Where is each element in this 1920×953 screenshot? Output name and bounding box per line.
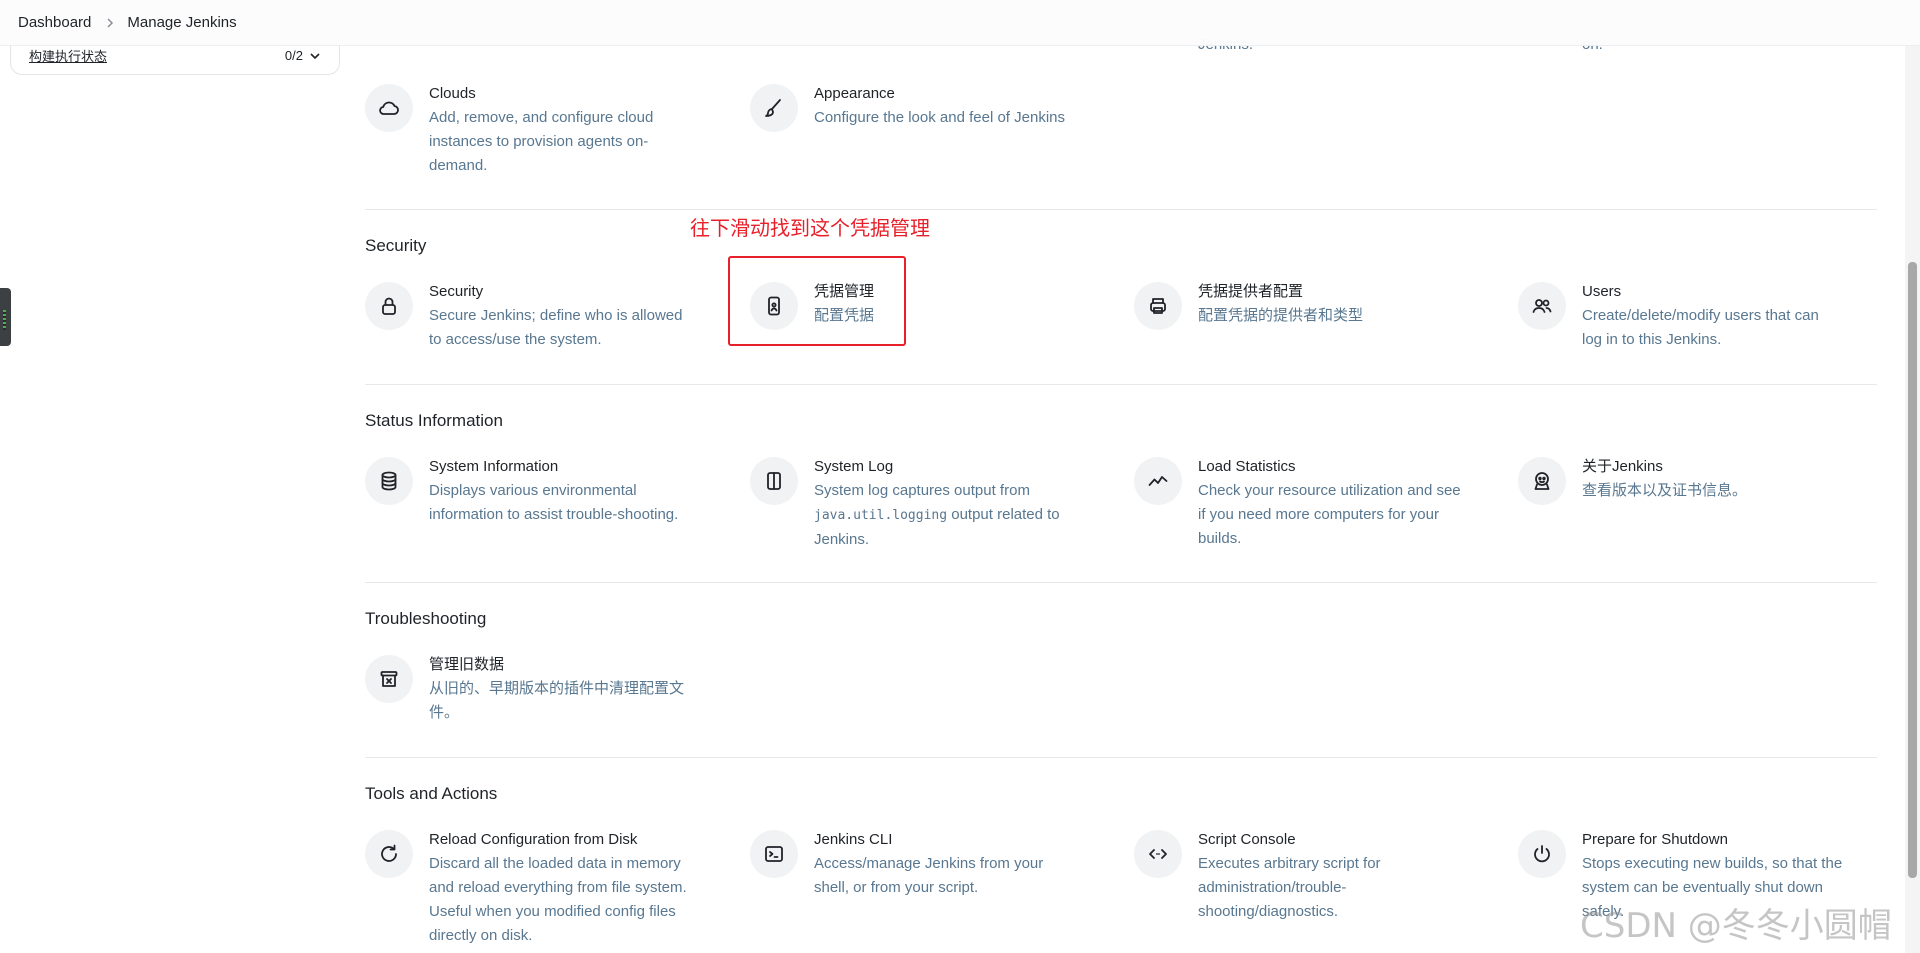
manage-item-clouds[interactable]: Clouds Add, remove, and configure cloud … [365, 84, 653, 178]
item-title: Script Console [1198, 831, 1296, 848]
item-title: Reload Configuration from Disk [429, 831, 638, 848]
manage-item-system-information[interactable]: System Information Displays various envi… [365, 457, 678, 527]
manage-item-appearance[interactable]: Appearance Configure the look and feel o… [750, 84, 1065, 132]
manage-item-jenkins-cli[interactable]: Jenkins CLI Access/manage Jenkins from y… [750, 830, 1043, 900]
item-title: Jenkins CLI [814, 831, 893, 848]
item-desc: 从旧的、早期版本的插件中清理配置文 件。 [429, 680, 685, 721]
item-desc: Executes arbitrary script for administra… [1198, 855, 1381, 920]
manage-item-load-statistics[interactable]: Load Statistics Check your resource util… [1134, 457, 1461, 551]
lock-icon [365, 282, 413, 330]
item-title: Security [429, 283, 484, 300]
item-desc: Create/delete/modify users that can log … [1582, 307, 1819, 348]
side-panel-handle[interactable] [0, 288, 11, 346]
section-divider [365, 209, 1877, 210]
item-title: System Information [429, 458, 559, 475]
manage-item-credential-providers[interactable]: 凭据提供者配置 配置凭据的提供者和类型 [1134, 282, 1363, 330]
manage-item-users[interactable]: Users Create/delete/modify users that ca… [1518, 282, 1819, 352]
jenkins-icon [1518, 457, 1566, 505]
section-title-status: Status Information [365, 411, 503, 430]
breadcrumb-bar: Dashboard Manage Jenkins [0, 0, 1920, 46]
executor-count-value: 0/2 [284, 48, 303, 63]
item-desc: Discard all the loaded data in memory an… [429, 855, 687, 944]
archive-icon [365, 655, 413, 703]
item-desc: 查看版本以及证书信息。 [1582, 482, 1748, 499]
code-snippet: java.util.logging [814, 508, 948, 523]
item-title: Clouds [429, 85, 476, 102]
chevron-right-icon [105, 17, 115, 29]
item-title: Users [1582, 283, 1622, 300]
item-desc: Secure Jenkins; define who is allowed to… [429, 307, 683, 348]
chevron-down-icon [310, 52, 320, 59]
breadcrumb-manage-jenkins[interactable]: Manage Jenkins [127, 14, 236, 31]
cloud-icon [365, 84, 413, 132]
section-title-security: Security [365, 236, 427, 255]
item-desc: Configure the look and feel of Jenkins [814, 109, 1065, 126]
manage-item-system-log[interactable]: System Log System log captures output fr… [750, 457, 1060, 552]
credential-provider-icon [1134, 282, 1182, 330]
database-icon [365, 457, 413, 505]
reload-icon [365, 830, 413, 878]
manage-item-script-console[interactable]: Script Console Executes arbitrary script… [1134, 830, 1381, 924]
section-divider [365, 384, 1877, 385]
users-icon [1518, 282, 1566, 330]
item-title: Prepare for Shutdown [1582, 831, 1728, 848]
item-desc: Add, remove, and configure cloud instanc… [429, 109, 654, 174]
item-title: System Log [814, 458, 894, 475]
item-title: Load Statistics [1198, 458, 1296, 475]
item-desc: Access/manage Jenkins from your shell, o… [814, 855, 1044, 896]
item-desc: Displays various environmental informati… [429, 482, 679, 523]
manage-item-old-data[interactable]: 管理旧数据 从旧的、早期版本的插件中清理配置文 件。 [365, 655, 684, 725]
activity-icon [1134, 457, 1182, 505]
section-divider [365, 582, 1877, 583]
section-title-tools: Tools and Actions [365, 784, 498, 803]
executor-status-link[interactable]: 构建执行状态 [29, 46, 107, 65]
watermark: CSDN @冬冬小圆帽 [1580, 906, 1892, 946]
section-divider [365, 757, 1877, 758]
item-desc: System log captures output from java.uti… [814, 482, 1060, 548]
brush-icon [750, 84, 798, 132]
terminal-icon [750, 830, 798, 878]
item-title: Appearance [814, 85, 895, 102]
power-icon [1518, 830, 1566, 878]
annotation-text: 往下滑动找到这个凭据管理 [690, 218, 930, 240]
scrollbar-thumb[interactable] [1908, 262, 1917, 878]
executor-count[interactable]: 0/2 [285, 48, 321, 63]
log-icon [750, 457, 798, 505]
section-title-troubleshooting: Troubleshooting [365, 609, 487, 628]
item-title: 关于Jenkins [1582, 458, 1663, 475]
item-title: 凭据提供者配置 [1198, 283, 1304, 300]
item-desc: 配置凭据的提供者和类型 [1198, 307, 1364, 324]
breadcrumb-dashboard[interactable]: Dashboard [18, 14, 91, 31]
annotation-highlight-box [728, 256, 906, 346]
item-desc: Check your resource utilization and see … [1198, 482, 1461, 547]
manage-item-reload-config[interactable]: Reload Configuration from Disk Discard a… [365, 830, 687, 948]
manage-item-security[interactable]: Security Secure Jenkins; define who is a… [365, 282, 682, 352]
item-title: 管理旧数据 [429, 656, 505, 673]
manage-item-about-jenkins[interactable]: 关于Jenkins 查看版本以及证书信息。 [1518, 457, 1747, 505]
code-icon [1134, 830, 1182, 878]
